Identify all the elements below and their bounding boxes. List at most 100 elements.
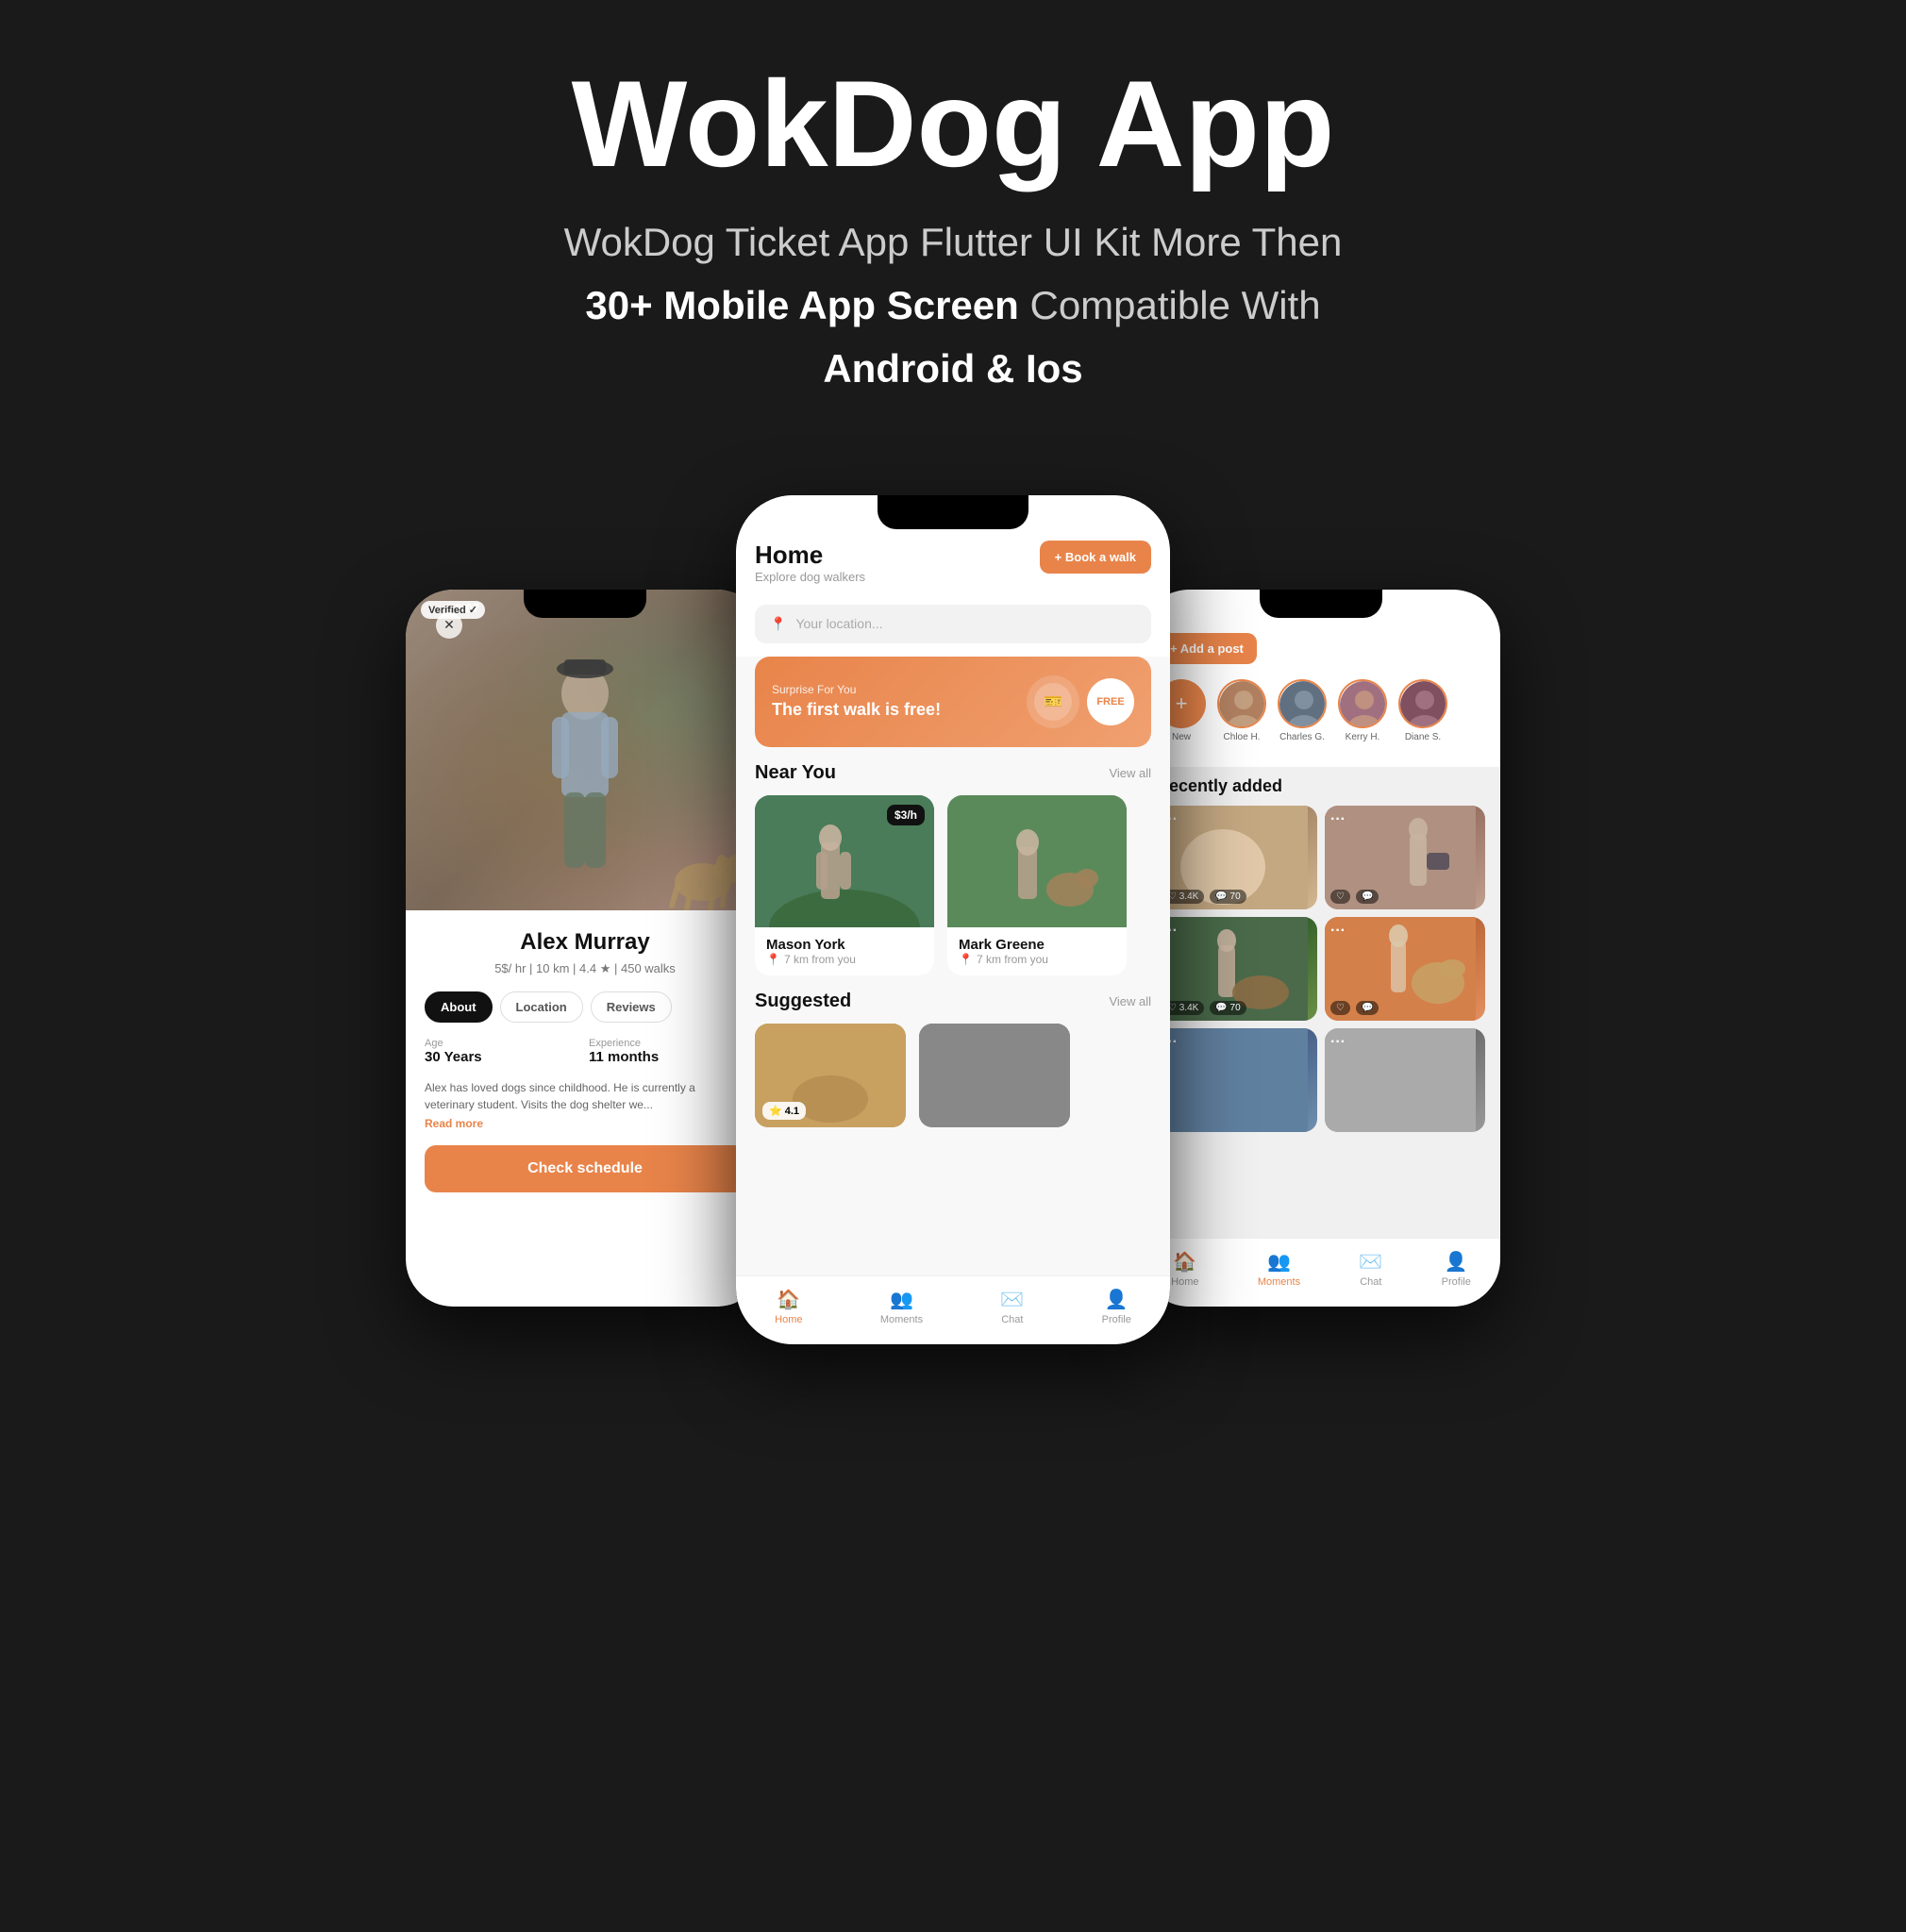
subtitle-line1: WokDog Ticket App Flutter UI Kit More Th… xyxy=(564,220,1343,264)
story-chloe-avatar xyxy=(1217,679,1266,728)
post-1-comments: 💬 70 xyxy=(1210,890,1246,904)
post-6-img xyxy=(1325,1028,1476,1132)
age-value: 30 Years xyxy=(425,1049,482,1065)
post-1-stats: ♡ 3.4K 💬 70 xyxy=(1162,890,1246,904)
center-phone: Home Explore dog walkers + Book a walk 📍… xyxy=(736,495,1170,1344)
walker-card-1-image: $3/h xyxy=(755,795,934,927)
close-button[interactable]: ✕ xyxy=(436,612,462,639)
left-notch xyxy=(524,590,646,618)
search-placeholder-text: Your location... xyxy=(795,616,882,631)
walker-stats: 5$/ hr | 10 km | 4.4 ★ | 450 walks xyxy=(425,961,745,976)
near-you-view-all[interactable]: View all xyxy=(1109,766,1151,780)
page-header: WokDog App WokDog Ticket App Flutter UI … xyxy=(564,57,1343,401)
walker-card-2-image xyxy=(947,795,1127,927)
promo-decoration: 🎫 FREE xyxy=(1025,674,1134,730)
bio-text: Alex has loved dogs since childhood. He … xyxy=(425,1079,745,1113)
suggested-title: Suggested xyxy=(755,991,851,1012)
nav-home[interactable]: 🏠 Home xyxy=(775,1288,802,1325)
post-2-menu[interactable]: ··· xyxy=(1330,811,1346,828)
post-4-likes: ♡ xyxy=(1330,1001,1350,1015)
recently-added-title: Recently added xyxy=(1142,767,1500,806)
right-nav-chat[interactable]: ✉️ Chat xyxy=(1359,1250,1382,1288)
profile-info: Alex Murray 5$/ hr | 10 km | 4.4 ★ | 450… xyxy=(406,910,764,1130)
search-bar[interactable]: 📍 Your location... xyxy=(755,605,1151,643)
age-label: Age xyxy=(425,1038,581,1049)
home-heading: Home Explore dog walkers xyxy=(755,541,865,584)
tab-reviews[interactable]: Reviews xyxy=(591,991,672,1023)
story-charles[interactable]: Charles G. xyxy=(1278,679,1327,742)
walker-card-2[interactable]: Mark Greene 📍 7 km from you xyxy=(947,795,1127,975)
suggested-card-2[interactable] xyxy=(919,1024,1070,1127)
post-card-2[interactable]: ··· ♡ 💬 xyxy=(1325,806,1485,909)
right-nav-moments[interactable]: 👥 Moments xyxy=(1258,1250,1300,1288)
post-4-menu[interactable]: ··· xyxy=(1330,923,1346,940)
story-chloe[interactable]: Chloe H. xyxy=(1217,679,1266,742)
post-card-1[interactable]: ··· ♡ 3.4K 💬 70 xyxy=(1157,806,1317,909)
post-6-menu[interactable]: ··· xyxy=(1330,1034,1346,1051)
subtitle-bold: 30+ Mobile App Screen xyxy=(585,283,1018,327)
read-more-link[interactable]: Read more xyxy=(425,1117,745,1130)
promo-text: Surprise For You The first walk is free! xyxy=(772,683,941,720)
posts-grid: ··· ♡ 3.4K 💬 70 ··· xyxy=(1142,806,1500,1132)
right-profile-icon: 👤 xyxy=(1445,1250,1468,1274)
suggested-1-rating: ⭐ 4.1 xyxy=(762,1102,806,1120)
tab-location[interactable]: Location xyxy=(500,991,583,1023)
chat-nav-icon: ✉️ xyxy=(1000,1288,1024,1311)
post-card-6[interactable]: ··· xyxy=(1325,1028,1485,1132)
right-moments-label: Moments xyxy=(1258,1276,1300,1288)
nav-moments[interactable]: 👥 Moments xyxy=(880,1288,923,1325)
story-kerry-avatar xyxy=(1338,679,1387,728)
info-grid: Age 30 Years Experience 11 months xyxy=(425,1038,745,1066)
suggested-cards: ⭐ 4.1 xyxy=(736,1024,1170,1127)
post-card-5[interactable]: ··· xyxy=(1157,1028,1317,1132)
story-diane[interactable]: Diane S. xyxy=(1398,679,1447,742)
story-charles-avatar xyxy=(1278,679,1327,728)
add-post-button[interactable]: + Add a post xyxy=(1157,633,1257,664)
right-profile-label: Profile xyxy=(1442,1276,1471,1288)
suggested-section-header: Suggested View all xyxy=(736,991,1170,1024)
walker-2-name: Mark Greene xyxy=(959,937,1115,953)
right-nav-profile[interactable]: 👤 Profile xyxy=(1442,1250,1471,1288)
right-nav-home[interactable]: 🏠 Home xyxy=(1171,1250,1198,1288)
phones-container: ✕ Verified ✓ 3:07 xyxy=(38,495,1868,1344)
post-4-comments: 💬 xyxy=(1356,1001,1379,1015)
right-chat-icon: ✉️ xyxy=(1359,1250,1382,1274)
promo-free-badge: FREE xyxy=(1087,678,1134,725)
promo-illustration: 🎫 xyxy=(1025,674,1081,730)
right-phone: + Add a post + New xyxy=(1142,590,1500,1307)
post-2-comments: 💬 xyxy=(1356,890,1379,904)
post-card-4[interactable]: ··· ♡ 💬 xyxy=(1325,917,1485,1021)
nav-chat[interactable]: ✉️ Chat xyxy=(1000,1288,1024,1325)
post-3-comments: 💬 70 xyxy=(1210,1001,1246,1015)
right-moments-icon: 👥 xyxy=(1267,1250,1291,1274)
location-search-area: 📍 Your location... xyxy=(736,597,1170,657)
profile-hero-image: ✕ Verified ✓ 3:07 xyxy=(406,590,764,910)
experience-value: 11 months xyxy=(589,1049,659,1065)
experience-info: Experience 11 months xyxy=(589,1038,745,1066)
walker-1-name: Mason York xyxy=(766,937,923,953)
walker-card-1[interactable]: $3/h Mason York 📍 xyxy=(755,795,934,975)
right-phone-screen: + Add a post + New xyxy=(1142,590,1500,1307)
post-card-3[interactable]: ··· ♡ 3.4K 💬 70 xyxy=(1157,917,1317,1021)
walker-name: Alex Murray xyxy=(425,929,745,956)
pin-icon-2: 📍 xyxy=(959,953,973,966)
nav-profile[interactable]: 👤 Profile xyxy=(1102,1288,1131,1325)
moments-nav-icon: 👥 xyxy=(890,1288,913,1311)
book-walk-button[interactable]: + Book a walk xyxy=(1040,541,1151,574)
tab-about[interactable]: About xyxy=(425,991,493,1023)
walker-card-2-info: Mark Greene 📍 7 km from you xyxy=(947,927,1127,975)
kerry-avatar-img xyxy=(1340,681,1387,728)
app-subtitle: WokDog Ticket App Flutter UI Kit More Th… xyxy=(564,210,1343,401)
home-nav-icon: 🏠 xyxy=(777,1288,800,1311)
check-schedule-button[interactable]: Check schedule xyxy=(425,1145,745,1192)
right-notch xyxy=(1260,590,1382,618)
story-kerry[interactable]: Kerry H. xyxy=(1338,679,1387,742)
suggested-card-1[interactable]: ⭐ 4.1 xyxy=(755,1024,906,1127)
subtitle-rest: Compatible With xyxy=(1019,283,1321,327)
suggested-view-all[interactable]: View all xyxy=(1109,994,1151,1008)
diane-avatar-img xyxy=(1400,681,1447,728)
post-5-img xyxy=(1157,1028,1308,1132)
pin-icon-1: 📍 xyxy=(766,953,780,966)
app-title: WokDog App xyxy=(564,57,1343,192)
nav-chat-label: Chat xyxy=(1001,1314,1023,1325)
